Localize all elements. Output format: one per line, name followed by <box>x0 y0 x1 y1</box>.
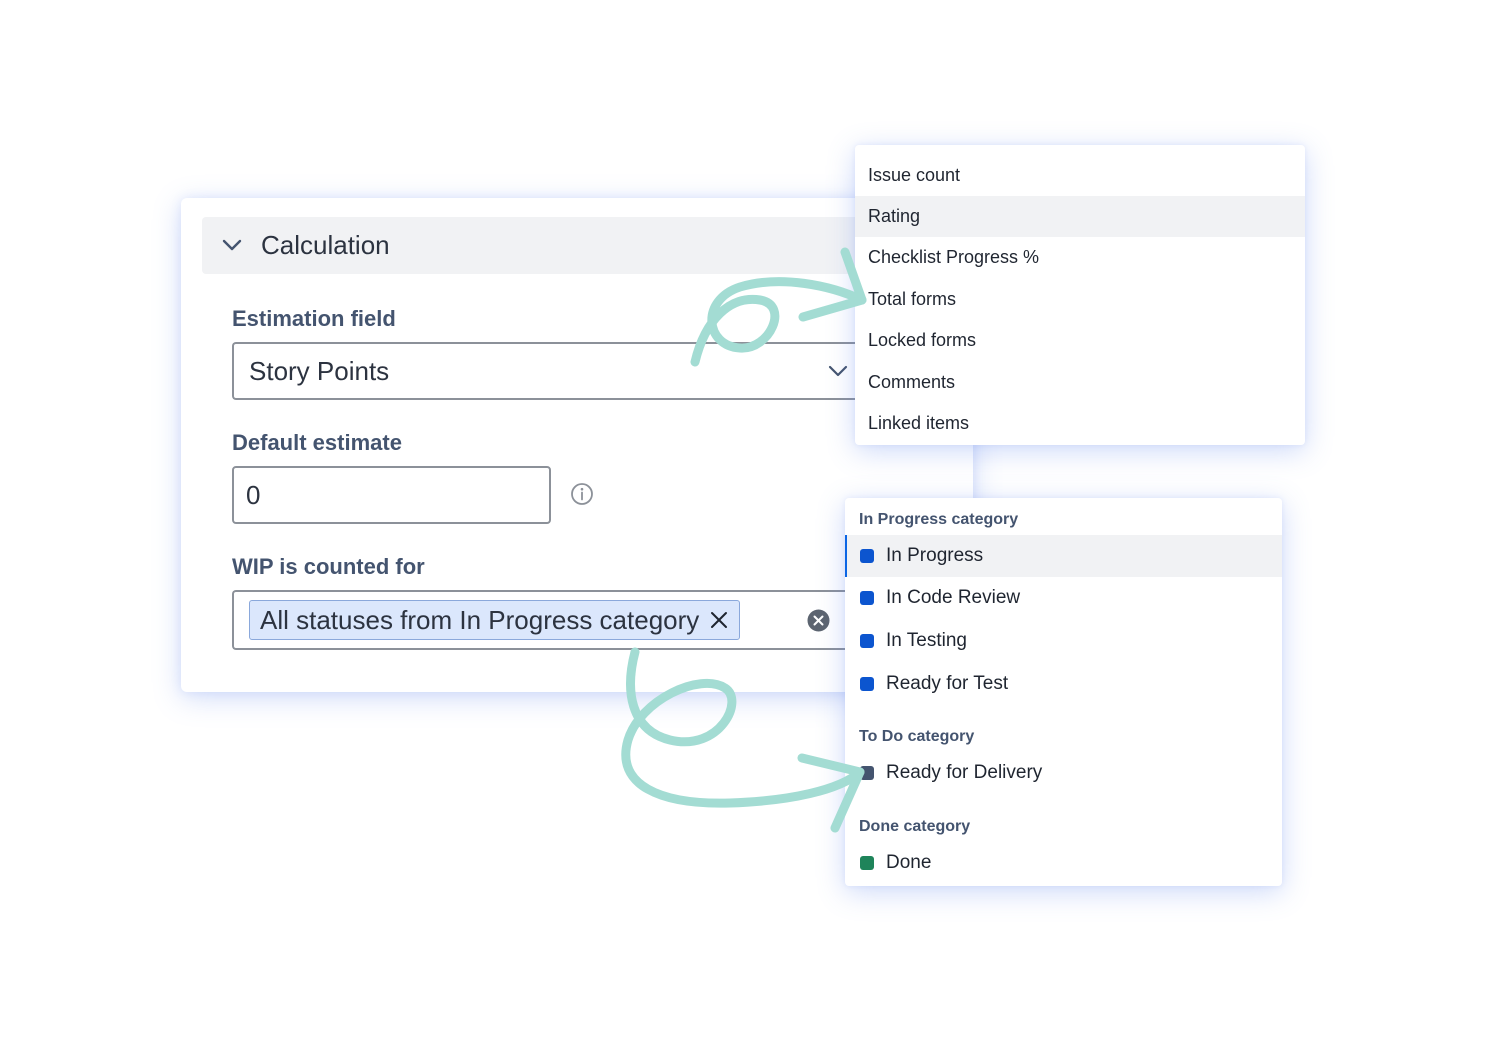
status-label: In Code Review <box>886 587 1021 608</box>
clear-icon[interactable] <box>807 609 830 632</box>
menu-item-label: Issue count <box>868 165 961 185</box>
info-icon[interactable] <box>570 482 594 506</box>
menu-item-label: Rating <box>868 206 921 226</box>
group-label-done: Done category <box>859 818 971 835</box>
menu-item-label: Comments <box>868 372 956 392</box>
status-option-in-code-review[interactable]: In Code Review <box>845 577 1282 619</box>
menu-item-label: Total forms <box>868 289 957 309</box>
estimation-field-value: Story Points <box>249 356 390 386</box>
menu-item-rating[interactable]: Rating <box>855 196 1305 237</box>
status-color-swatch <box>860 766 874 780</box>
default-estimate-value: 0 <box>246 480 261 510</box>
chevron-down-icon <box>222 239 242 251</box>
status-label: In Progress <box>886 545 984 566</box>
menu-item-issue-count[interactable]: Issue count <box>855 155 1305 196</box>
status-option-in-progress[interactable]: In Progress <box>845 535 1282 577</box>
status-options-menu: In Progress category In Progress In Code… <box>845 498 1282 886</box>
menu-item-label: Checklist Progress % <box>868 247 1040 267</box>
status-label: Ready for Test <box>886 673 1009 694</box>
menu-item-checklist-progress[interactable]: Checklist Progress % <box>855 237 1305 278</box>
menu-item-linked-items[interactable]: Linked items <box>855 403 1305 444</box>
wip-multi-select[interactable]: All statuses from In Progress category <box>232 590 894 650</box>
status-color-swatch <box>860 634 874 648</box>
status-color-swatch <box>860 856 874 870</box>
menu-item-total-forms[interactable]: Total forms <box>855 279 1305 320</box>
status-color-swatch <box>860 677 874 691</box>
group-label-in-progress: In Progress category <box>859 511 1019 528</box>
chevron-down-icon[interactable] <box>828 364 848 378</box>
estimation-options-menu: Issue count Rating Checklist Progress % … <box>855 145 1305 445</box>
menu-item-locked-forms[interactable]: Locked forms <box>855 320 1305 361</box>
group-label-to-do: To Do category <box>859 728 975 745</box>
estimation-field-select[interactable]: Story Points <box>232 342 894 400</box>
default-estimate-label: Default estimate <box>232 430 402 455</box>
status-label: In Testing <box>886 630 967 651</box>
stage: Calculation Estimation field Story Point… <box>0 0 1488 1041</box>
selected-tag-label: All statuses from In Progress category <box>260 604 700 635</box>
status-option-ready-for-test[interactable]: Ready for Test <box>845 663 1282 705</box>
menu-item-label: Linked items <box>868 413 970 433</box>
section-title: Calculation <box>261 230 390 260</box>
status-label: Ready for Delivery <box>886 762 1043 783</box>
status-option-ready-for-delivery[interactable]: Ready for Delivery <box>845 752 1282 794</box>
default-estimate-input[interactable]: 0 <box>232 466 551 524</box>
estimation-field-label: Estimation field <box>232 306 396 331</box>
selected-tag: All statuses from In Progress category <box>249 600 741 640</box>
status-color-swatch <box>860 591 874 605</box>
calculation-section-header[interactable]: Calculation <box>202 217 892 274</box>
menu-item-label: Locked forms <box>868 330 977 350</box>
status-label: Done <box>886 852 932 873</box>
status-option-done[interactable]: Done <box>845 842 1282 884</box>
status-color-swatch <box>860 549 874 563</box>
status-option-in-testing[interactable]: In Testing <box>845 620 1282 662</box>
wip-label: WIP is counted for <box>232 554 425 579</box>
menu-item-comments[interactable]: Comments <box>855 362 1305 403</box>
close-icon[interactable] <box>709 610 729 630</box>
